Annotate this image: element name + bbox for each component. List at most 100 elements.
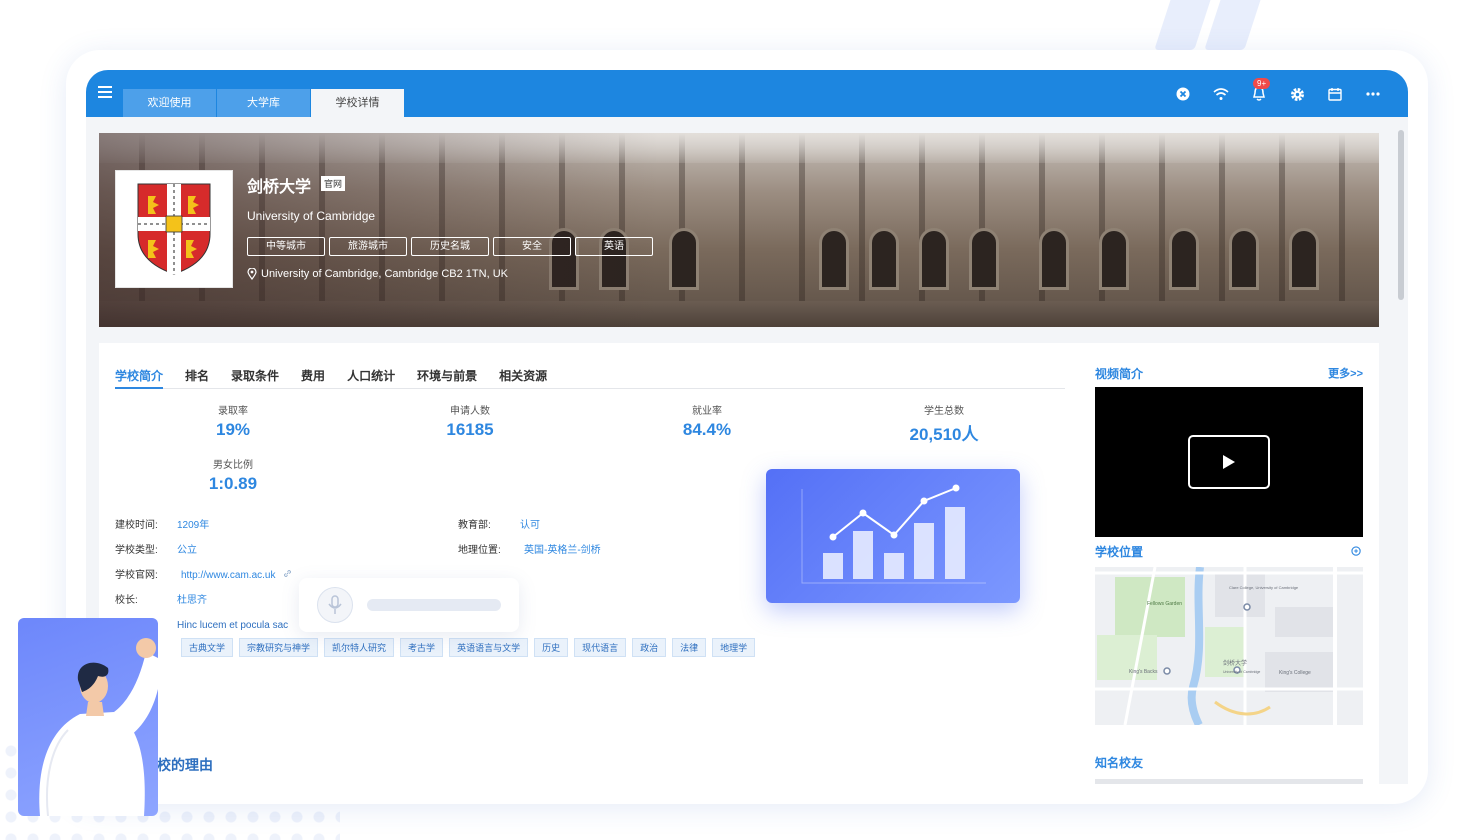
quote-decoration [1150,0,1264,50]
discipline-tag[interactable]: 法律 [672,638,707,657]
map-label-kings-college: King's College [1279,670,1311,676]
info-value: 英国-英格兰-剑桥 [524,545,601,556]
info-value: 公立 [177,545,197,556]
stat-value: 16185 [446,420,494,439]
discipline-tag[interactable]: 凯尔特人研究 [324,638,395,657]
stat-value: 20,510人 [909,425,979,444]
discipline-tag[interactable]: 政治 [632,638,667,657]
info-founded: 建校时间: 1209年 [115,516,209,531]
stat-total-students: 学生总数 20,510人 [864,402,1024,445]
gear-icon[interactable] [1286,84,1308,104]
info-value: Hinc lucem et pocula sac [177,620,289,631]
tag-item: 中等城市 [247,237,325,256]
zoom-icon[interactable] [1351,546,1362,557]
tab-admission[interactable]: 录取条件 [231,367,279,389]
illustration-bar [945,507,965,579]
scrollbar-thumb[interactable] [1398,130,1404,300]
info-value: 1209年 [177,520,210,531]
map-section-title: 学校位置 [1095,545,1144,559]
tag-item: 旅游城市 [329,237,407,256]
discipline-tag[interactable]: 历史 [534,638,569,657]
voice-input-card [299,578,519,632]
map-label-fellows-garden: Fellows Garden [1147,601,1182,607]
close-circle-icon[interactable] [1172,84,1194,104]
map-label-cambridge-en: University of Cambridge [1223,670,1260,674]
info-key: 建校时间: [115,520,158,531]
tag-item: 安全 [493,237,571,256]
content-panel: 学校简介 排名 录取条件 费用 人口统计 环境与前景 相关资源 录取率 19% … [99,343,1379,784]
illustration-line [832,487,957,538]
calendar-icon[interactable] [1324,84,1346,104]
video-section-title: 视频简介 [1095,367,1144,381]
stat-value: 19% [215,420,251,439]
info-key: 校长: [115,595,138,606]
university-tags: 中等城市 旅游城市 历史名城 安全 英语 [247,237,657,256]
stat-value: 1:0.89 [208,474,258,493]
hamburger-menu-icon[interactable] [98,86,112,98]
discipline-tag[interactable]: 地理学 [712,638,756,657]
address-text: University of Cambridge, Cambridge CB2 1… [261,268,508,280]
illustration-bar [853,531,873,579]
tab-fees[interactable]: 费用 [301,367,325,389]
stat-value: 84.4% [682,420,732,439]
tab-school-details[interactable]: 学校详情 [311,89,404,117]
info-type: 学校类型: 公立 [115,541,197,556]
stat-employment-rate: 就业率 84.4% [627,402,787,440]
stat-label: 就业率 [692,406,722,417]
title-bar: 欢迎使用 大学库 学校详情 9+ [86,70,1408,117]
discipline-tag[interactable]: 宗教研究与神学 [239,638,319,657]
discipline-tag[interactable]: 考古学 [400,638,444,657]
info-value: 杜思齐 [177,595,207,606]
screenshot-stage: 欢迎使用 大学库 学校详情 9+ 剑桥大学 官网 University of C… [0,0,1460,840]
info-website: 学校官网: http://www.cam.ac.uk [115,566,292,581]
location-pin-icon [247,268,257,280]
stat-gender-ratio: 男女比例 1:0.89 [153,456,313,494]
address: University of Cambridge, Cambridge CB2 1… [247,268,508,280]
bell-icon[interactable]: 9+ [1248,78,1271,104]
discipline-tag[interactable]: 英语语言与文学 [449,638,529,657]
detail-tabs: 学校简介 排名 录取条件 费用 人口统计 环境与前景 相关资源 [115,367,1065,389]
voice-input-placeholder-bar [367,599,501,611]
discipline-tag[interactable]: 现代语言 [574,638,627,657]
illustration-bar [884,553,904,579]
info-key: 教育部: [458,520,491,531]
website-link[interactable]: http://www.cam.ac.uk [181,570,275,581]
more-link[interactable]: 更多>> [1328,365,1363,381]
tab-environment[interactable]: 环境与前景 [417,367,477,389]
university-crest [115,170,233,288]
tab-university-library[interactable]: 大学库 [217,89,310,117]
university-name-en: University of Cambridge [247,209,376,223]
info-key: 学校官网: [115,570,158,581]
vertical-scrollbar[interactable] [1398,122,1404,772]
stat-applicants: 申请人数 16185 [390,402,550,440]
tab-resources[interactable]: 相关资源 [499,367,547,389]
more-icon[interactable] [1362,84,1384,104]
info-president: 校长: 杜思齐 [115,591,207,606]
wifi-icon[interactable] [1210,84,1232,104]
map-label-cambridge: 剑桥大学 [1223,659,1247,667]
notification-badge: 9+ [1253,78,1271,89]
tab-ranking[interactable]: 排名 [185,367,209,389]
stat-acceptance-rate: 录取率 19% [153,402,313,440]
window-tabs: 欢迎使用 大学库 学校详情 [123,89,405,117]
campus-map[interactable]: Fellows Garden Clare College, University… [1095,567,1363,725]
tab-demographics[interactable]: 人口统计 [347,367,395,389]
illustration-bar [914,523,934,579]
video-player[interactable] [1095,387,1363,537]
alumni-divider [1095,779,1363,784]
discipline-tag[interactable]: 古典文学 [181,638,234,657]
tag-item: 历史名城 [411,237,489,256]
play-button[interactable] [1188,435,1270,489]
info-ministry: 教育部: 认可 [458,516,540,531]
app-window: 欢迎使用 大学库 学校详情 9+ 剑桥大学 官网 University of C… [86,70,1408,784]
tab-welcome[interactable]: 欢迎使用 [123,89,216,117]
discipline-tags: 古典文学 宗教研究与神学 凯尔特人研究 考古学 英语语言与文学 历史 现代语言 … [181,638,761,657]
map-label-clare-college: Clare College, University of Cambridge [1229,585,1299,590]
info-value: 认可 [520,520,540,531]
campus-banner: 剑桥大学 官网 University of Cambridge 中等城市 旅游城… [99,133,1379,327]
tab-school-intro[interactable]: 学校简介 [115,367,164,389]
stat-label: 录取率 [218,406,248,417]
microphone-icon[interactable] [317,587,353,623]
official-site-tag[interactable]: 官网 [321,176,346,191]
analytics-illustration-card [766,469,1020,603]
